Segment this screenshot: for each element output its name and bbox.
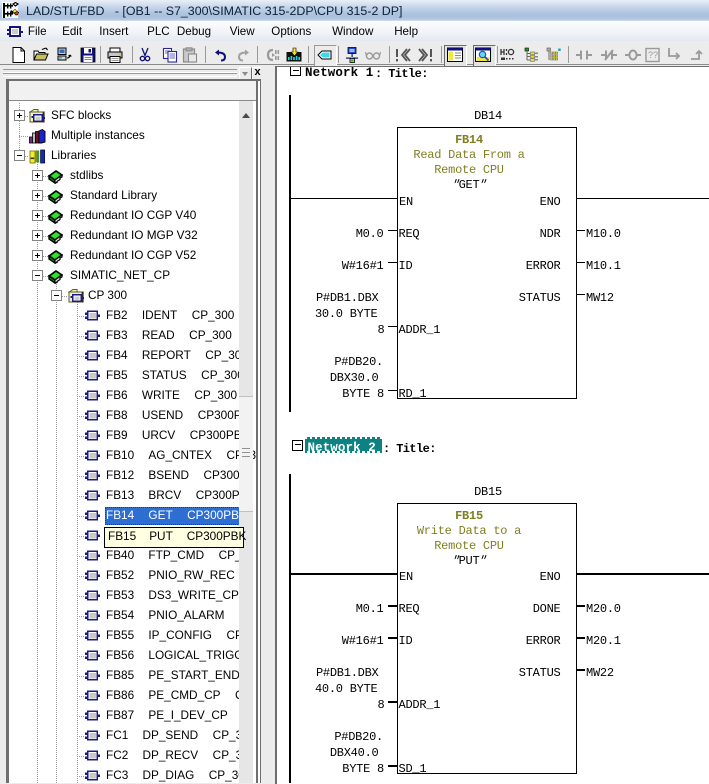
- svg-text:??: ??: [648, 50, 658, 60]
